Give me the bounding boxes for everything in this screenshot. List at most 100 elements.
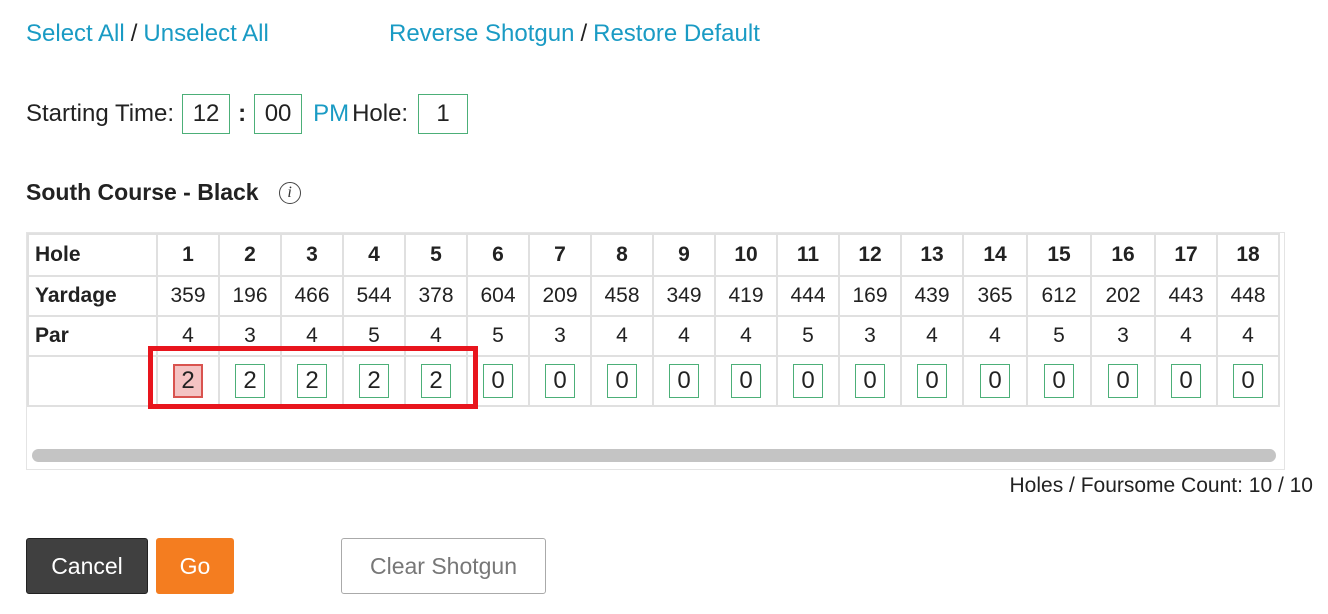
foursome-count-input[interactable] [855, 364, 885, 398]
foursome-count-input[interactable] [607, 364, 637, 398]
foursome-count-input[interactable] [1108, 364, 1138, 398]
hole-row-label: Hole [27, 233, 158, 277]
foursome-count-input[interactable] [1233, 364, 1263, 398]
par-row-label: Par [27, 315, 158, 357]
yardage-cell: 439 [900, 275, 964, 317]
hole-number: 4 [342, 233, 406, 277]
reverse-shotgun-link[interactable]: Reverse Shotgun [389, 20, 574, 47]
scorecard-table: Hole 1 2 3 4 5 6 7 8 9 10 11 12 13 14 15 16 17 18 Yardage… [27, 233, 1280, 407]
cancel-button[interactable]: Cancel [26, 538, 148, 594]
hole-number: 5 [404, 233, 468, 277]
hole-number: 1 [156, 233, 220, 277]
foursome-count-cell [156, 355, 220, 407]
par-cell: 4 [962, 315, 1028, 357]
horizontal-scrollbar[interactable] [29, 446, 1279, 464]
foursome-count-cell [1154, 355, 1218, 407]
foursome-count-cell [528, 355, 592, 407]
hole-number: 13 [900, 233, 964, 277]
clear-shotgun-button[interactable]: Clear Shotgun [341, 538, 546, 594]
hole-number: 12 [838, 233, 902, 277]
yardage-cell: 169 [838, 275, 902, 317]
start-minute-input[interactable] [254, 94, 303, 134]
foursome-count-input[interactable] [483, 364, 513, 398]
foursome-count-input[interactable] [359, 364, 389, 398]
hole-number: 2 [218, 233, 282, 277]
par-cell: 3 [218, 315, 282, 357]
yardage-row: Yardage 359 196 466 544 378 604 209 458 349 419 44… [27, 275, 1280, 317]
foursome-count-input[interactable] [980, 364, 1010, 398]
selection-links: Select All / Unselect All Reverse Shotgun /… [26, 19, 760, 49]
foursome-count-input[interactable] [421, 364, 451, 398]
foursome-count-input[interactable] [173, 364, 203, 398]
foursome-count-input[interactable] [235, 364, 265, 398]
yardage-cell: 202 [1090, 275, 1156, 317]
foursome-count-input[interactable] [1171, 364, 1201, 398]
foursome-count-cell [1026, 355, 1092, 407]
foursome-count-input[interactable] [731, 364, 761, 398]
hole-number: 9 [652, 233, 716, 277]
start-hour-input[interactable] [182, 94, 231, 134]
hole-number: 18 [1216, 233, 1280, 277]
par-cell: 3 [528, 315, 592, 357]
yardage-cell: 196 [218, 275, 282, 317]
yardage-cell: 443 [1154, 275, 1218, 317]
foursome-count-cell [652, 355, 716, 407]
foursome-count-cell [404, 355, 468, 407]
yardage-cell: 448 [1216, 275, 1280, 317]
ampm-toggle[interactable]: PM [313, 100, 349, 128]
yardage-cell: 209 [528, 275, 592, 317]
hole-number: 10 [714, 233, 778, 277]
yardage-cell: 365 [962, 275, 1028, 317]
foursome-count-cell [1090, 355, 1156, 407]
unselect-all-link[interactable]: Unselect All [143, 20, 268, 47]
hole-number: 16 [1090, 233, 1156, 277]
restore-default-link[interactable]: Restore Default [593, 20, 760, 47]
foursome-count-input[interactable] [545, 364, 575, 398]
par-row: Par 434545344453445344 [27, 315, 1280, 357]
foursome-count-input[interactable] [793, 364, 823, 398]
start-hole-input[interactable] [418, 94, 469, 134]
separator: / [580, 20, 588, 47]
info-icon[interactable]: i [278, 181, 301, 204]
foursome-count-cell [714, 355, 778, 407]
hole-number: 11 [776, 233, 840, 277]
hole-number: 17 [1154, 233, 1218, 277]
go-button[interactable]: Go [156, 538, 234, 594]
time-colon: : [238, 100, 247, 127]
foursome-count-cell [962, 355, 1028, 407]
hole-number: 3 [280, 233, 344, 277]
start-hole-label: Hole: [352, 100, 409, 127]
foursome-count-cell [342, 355, 406, 407]
scorecard-scroll-area: Hole 1 2 3 4 5 6 7 8 9 10 11 12 13 14 15 16 17 18 Yardage… [26, 232, 1285, 470]
yardage-cell: 544 [342, 275, 406, 317]
foursome-count-status: Holes / Foursome Count: 10 / 10 [1009, 474, 1314, 497]
shotgun-start-panel: Select All / Unselect All Reverse Shotgun /… [0, 0, 1328, 614]
par-cell: 5 [342, 315, 406, 357]
foursome-count-input[interactable] [917, 364, 947, 398]
scrollbar-thumb[interactable] [32, 449, 1276, 462]
foursome-count-cell [466, 355, 530, 407]
par-cell: 4 [156, 315, 220, 357]
course-heading: South Course - Black i [26, 179, 301, 206]
select-all-link[interactable]: Select All [26, 20, 125, 47]
foursome-count-cell [838, 355, 902, 407]
foursome-count-cell [218, 355, 282, 407]
foursome-count-input[interactable] [297, 364, 327, 398]
par-cell: 4 [404, 315, 468, 357]
yardage-cell: 359 [156, 275, 220, 317]
starting-time-label: Starting Time: [26, 100, 175, 127]
foursome-count-cell [590, 355, 654, 407]
hole-number: 6 [466, 233, 530, 277]
par-cell: 5 [776, 315, 840, 357]
shotgun-links: Reverse Shotgun / Restore Default [389, 19, 760, 49]
yardage-cell: 419 [714, 275, 778, 317]
par-cell: 4 [590, 315, 654, 357]
hole-number: 15 [1026, 233, 1092, 277]
hole-number: 8 [590, 233, 654, 277]
par-cell: 5 [1026, 315, 1092, 357]
par-cell: 4 [714, 315, 778, 357]
foursome-count-input[interactable] [1044, 364, 1074, 398]
par-cell: 4 [280, 315, 344, 357]
yardage-cell: 349 [652, 275, 716, 317]
foursome-count-input[interactable] [669, 364, 699, 398]
